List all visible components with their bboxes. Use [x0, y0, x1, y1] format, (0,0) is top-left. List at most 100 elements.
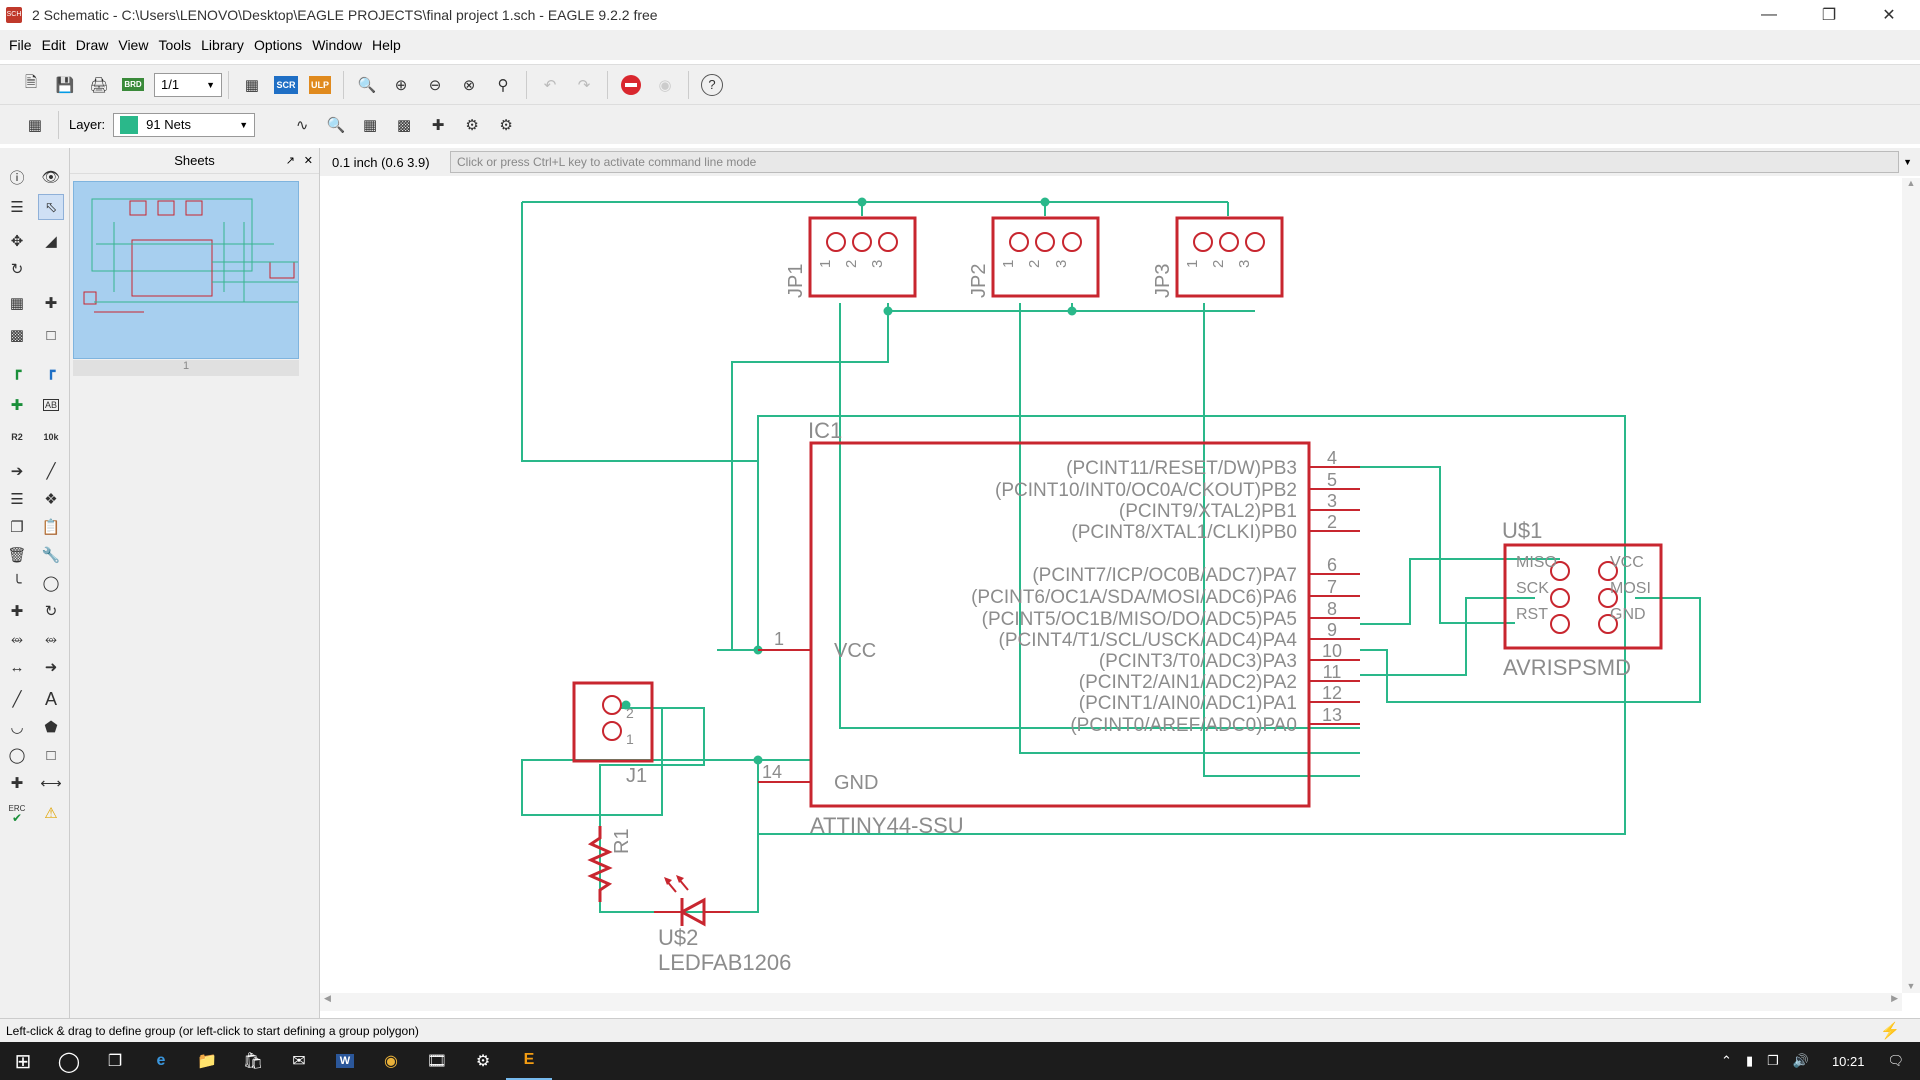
forward-icon[interactable]: ➜ [38, 654, 64, 680]
tag-icon[interactable]: ❖ [38, 486, 64, 512]
chrome-icon[interactable]: ◉ [368, 1042, 414, 1080]
move-icon[interactable]: ✥ [4, 228, 30, 254]
volume-icon[interactable]: 🔊 [1793, 1053, 1809, 1069]
chevron-up-icon[interactable]: ⌃ [1721, 1053, 1732, 1069]
edge-icon[interactable]: e [138, 1042, 184, 1080]
zoom-in-icon[interactable]: ⊕ [387, 71, 415, 99]
bus-icon[interactable]: ┏ [38, 358, 64, 384]
vertical-scrollbar[interactable]: ▲ ▼ [1902, 178, 1920, 993]
store-icon[interactable]: 🛍 [230, 1042, 276, 1080]
gate-swap-icon[interactable]: □ [38, 322, 64, 348]
zoom-redraw-icon[interactable]: ⊗ [455, 71, 483, 99]
scroll-down-icon[interactable]: ▼ [1902, 981, 1920, 991]
undock-icon[interactable]: ↗ [286, 154, 295, 167]
menu-edit[interactable]: Edit [37, 37, 71, 53]
smash-icon[interactable]: ◯ [38, 570, 64, 596]
change-wrench-icon[interactable]: 🔧 [38, 542, 64, 568]
help-button[interactable]: ? [698, 71, 726, 99]
run-ulp-button[interactable]: ULP [306, 71, 334, 99]
undo-icon[interactable]: ↶ [536, 71, 564, 99]
switch-to-board-icon[interactable]: BRD [119, 71, 147, 99]
header-jp1[interactable]: 1 2 3 JP1 [785, 216, 917, 298]
add-net-icon[interactable]: ✚ [424, 111, 452, 139]
warning-icon[interactable]: ⚠ [38, 800, 64, 826]
windows-start-icon[interactable]: ⊞ [0, 1042, 46, 1080]
scroll-right-icon[interactable]: ▶ [1891, 993, 1898, 1004]
replace-icon[interactable]: ▩ [4, 322, 30, 348]
cortana-icon[interactable]: ◯ [46, 1042, 92, 1080]
run-script-button[interactable]: SCR [272, 71, 300, 99]
clock[interactable]: 10:21 [1832, 1054, 1865, 1069]
invoke-icon[interactable]: ⥈ [4, 626, 30, 652]
label-button[interactable]: AB [38, 392, 64, 418]
add-pin-icon[interactable]: ✚ [38, 290, 64, 316]
copy-icon[interactable]: ❐ [4, 514, 30, 540]
app-icon[interactable]: ⚙ [460, 1042, 506, 1080]
erc-button[interactable]: ERC ✔ [4, 800, 30, 826]
connector-j1[interactable]: 2 1 J1 [572, 681, 654, 787]
zoom-fit-icon[interactable]: 🔍 [353, 71, 381, 99]
restore-button[interactable]: ❐ [1806, 0, 1852, 30]
polygon-icon[interactable]: ⬟ [38, 714, 64, 740]
text-tool-button[interactable]: A [38, 686, 64, 712]
frame-icon[interactable]: ✚ [4, 770, 30, 796]
lightning-icon[interactable]: ⚡ [1880, 1021, 1900, 1041]
word-icon[interactable]: W [322, 1042, 368, 1080]
show-icon[interactable]: 👁 [38, 164, 64, 190]
net-icon[interactable]: ┏ [4, 358, 30, 384]
zoom-area-icon[interactable]: ⚲ [489, 71, 517, 99]
resistor-r1[interactable]: R1 [587, 826, 633, 902]
wifi-icon[interactable]: ❐ [1767, 1053, 1779, 1069]
settings-alt-icon[interactable]: ⚙ [492, 111, 520, 139]
miter-icon[interactable]: ▦ [356, 111, 384, 139]
chevron-down-icon[interactable]: ▼ [1903, 157, 1912, 167]
delete-icon[interactable]: 🗑 [4, 542, 30, 568]
search-icon[interactable]: 🔍 [322, 111, 350, 139]
command-line-input[interactable]: Click or press Ctrl+L key to activate co… [450, 151, 1900, 173]
scroll-left-icon[interactable]: ◀ [324, 993, 331, 1004]
menu-options[interactable]: Options [249, 37, 307, 53]
rotate-icon[interactable]: ↻ [4, 256, 30, 282]
go-icon[interactable]: ◉ [651, 71, 679, 99]
pin-swap-icon[interactable]: ➔ [4, 458, 30, 484]
line-icon[interactable]: ╱ [4, 686, 30, 712]
sheet-select[interactable]: 1/1 ▼ [154, 72, 222, 97]
slice-icon[interactable]: ╰ [4, 570, 30, 596]
paste-icon[interactable]: 📋 [38, 514, 64, 540]
layers-icon[interactable]: ☰ [4, 194, 30, 220]
print-icon[interactable]: 🖨 [85, 71, 113, 99]
minimize-button[interactable]: — [1746, 0, 1792, 30]
save-icon[interactable]: 💾 [51, 71, 79, 99]
scroll-up-icon[interactable]: ▲ [1902, 178, 1920, 188]
stop-icon[interactable] [617, 71, 645, 99]
notification-icon[interactable]: 🗨 [1887, 1053, 1904, 1069]
schematic-canvas[interactable]: .w { stroke: #2ab88a; stroke-width: 2; f… [320, 178, 1902, 993]
menu-file[interactable]: File [4, 37, 37, 53]
mail-icon[interactable]: ✉ [276, 1042, 322, 1080]
menu-window[interactable]: Window [307, 37, 367, 53]
cam-processor-icon[interactable]: ▦ [238, 71, 266, 99]
grid-icon[interactable]: ▦ [21, 111, 49, 139]
mirror-icon[interactable]: ◢ [38, 228, 64, 254]
horizontal-scrollbar[interactable]: ◀ ▶ [320, 993, 1902, 1011]
wire-bend-icon[interactable]: ∿ [288, 111, 316, 139]
media-icon[interactable]: 🎞 [414, 1042, 460, 1080]
file-explorer-icon[interactable]: 📁 [184, 1042, 230, 1080]
new-file-icon[interactable]: 🗎 [17, 71, 45, 99]
rectangle-icon[interactable]: □ [38, 742, 64, 768]
info-icon[interactable]: ⓘ [4, 164, 30, 190]
circle-icon[interactable]: ◯ [4, 742, 30, 768]
attribute-icon[interactable]: ☰ [4, 486, 30, 512]
settings-icon[interactable]: ⚙ [458, 111, 486, 139]
header-jp2[interactable]: 1 2 3 JP2 [968, 216, 1100, 298]
split-icon[interactable]: ╱ [38, 458, 64, 484]
value-button[interactable]: 10k [38, 424, 64, 450]
battery-icon[interactable]: ▮ [1746, 1053, 1753, 1069]
redo-icon[interactable]: ↷ [570, 71, 598, 99]
name-button[interactable]: R2 [4, 424, 30, 450]
ripup-icon[interactable]: ↻ [38, 598, 64, 624]
junction-icon[interactable]: ✚ [4, 392, 30, 418]
arc-icon[interactable]: ◡ [4, 714, 30, 740]
layer-select[interactable]: 91 Nets ▼ [113, 112, 256, 137]
optimize-icon[interactable]: ✚ [4, 598, 30, 624]
